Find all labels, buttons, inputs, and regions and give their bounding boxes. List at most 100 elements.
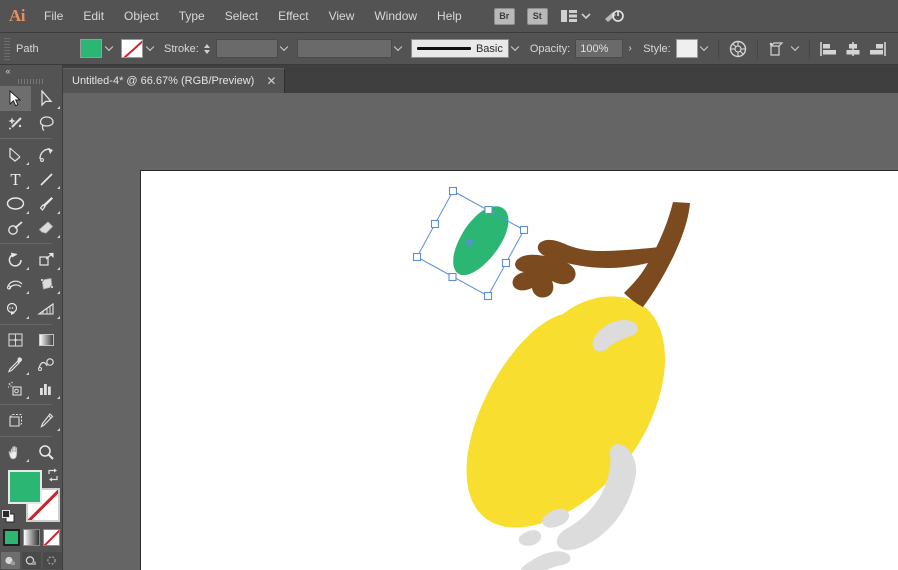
tools-panel: « T [0,65,63,570]
blend-tool[interactable] [31,352,62,377]
default-fill-stroke-icon[interactable] [1,509,15,523]
menu-item-object[interactable]: Object [114,0,169,33]
free-transform-tool[interactable] [31,272,62,297]
close-icon[interactable]: ✕ [266,75,276,87]
type-tool[interactable]: T [0,167,31,192]
lemon-highlight-dot-2 [518,530,542,546]
tools-group-selection: T [0,86,63,464]
tools-panel-grip[interactable] [0,77,63,86]
menu-item-window[interactable]: Window [364,0,427,33]
brush-definition-label: Basic [475,42,503,55]
style-label: Style: [643,42,671,55]
pen-tool[interactable] [0,142,31,167]
draw-inside-button[interactable] [42,552,62,570]
fill-chevron-down-icon[interactable] [102,39,115,58]
shaper-tool[interactable] [0,216,31,241]
direct-selection-tool[interactable] [31,86,62,111]
variable-width-chevron-down-icon[interactable] [392,39,405,58]
opacity-input[interactable]: 100% [575,39,624,58]
none-mode-button[interactable] [42,528,60,546]
opacity-chevron-right-icon[interactable]: › [623,39,637,58]
app-logo: Ai [9,6,26,25]
perspective-grid-tool[interactable] [31,296,62,321]
gradient-mode-button[interactable] [22,528,40,546]
stock-button[interactable]: St [526,7,548,25]
opacity-label: Opacity: [529,42,571,55]
menu-item-select[interactable]: Select [215,0,268,33]
fill-color-swatch-large[interactable] [7,470,42,505]
menu-item-edit[interactable]: Edit [73,0,114,33]
draw-normal-button[interactable] [0,552,20,570]
eraser-tool[interactable] [31,216,62,241]
menu-bar: Ai File Edit Object Type Select Effect V… [0,0,898,33]
double-chevron-left-icon[interactable]: « [0,65,63,77]
eyedropper-tool[interactable] [0,352,31,377]
menu-item-view[interactable]: View [319,0,365,33]
scale-tool[interactable] [31,247,62,272]
document-tab[interactable]: Untitled-4* @ 66.67% (RGB/Preview) ✕ [60,68,286,93]
symbol-sprayer-tool[interactable] [0,377,31,402]
selection-tool[interactable] [0,86,31,111]
magic-wand-tool[interactable] [0,111,31,136]
stroke-weight-input[interactable] [215,39,278,58]
menu-item-effect[interactable]: Effect [268,0,318,33]
selection-bounding-box [412,186,529,301]
gradient-tool[interactable] [31,328,62,353]
stroke-chevron-down-icon[interactable] [143,39,156,58]
control-bar: Path Stroke: Basic Opacity: 100% › Style… [0,33,898,65]
shape-builder-tool[interactable] [0,296,31,321]
style-chevron-down-icon[interactable] [698,39,711,58]
ellipse-tool[interactable] [0,191,31,216]
hand-tool[interactable] [0,440,31,465]
rotate-tool[interactable] [0,247,31,272]
line-segment-tool[interactable] [31,167,62,192]
align-horizontal-center-icon[interactable] [841,37,865,61]
workspace-switcher-icon[interactable] [603,7,625,25]
chevron-down-icon[interactable] [581,12,591,20]
align-right-icon[interactable] [865,37,889,61]
brush-chevron-down-icon[interactable] [509,39,522,58]
paintbrush-tool[interactable] [31,191,62,216]
zoom-tool[interactable] [31,440,62,465]
object-type-label: Path [16,42,39,55]
lemon-artwork[interactable] [141,171,898,570]
svg-text:T: T [10,171,20,188]
lasso-tool[interactable] [31,111,62,136]
transform-chevron-down-icon[interactable] [789,39,802,58]
document-tab-bar: Untitled-4* @ 66.67% (RGB/Preview) ✕ [0,65,898,93]
stroke-weight-chevron-down-icon[interactable] [278,39,291,58]
width-tool[interactable] [0,272,31,297]
color-mode-buttons [0,528,63,549]
illustrator-window: Ai File Edit Object Type Select Effect V… [0,0,898,570]
recolor-artwork-icon[interactable] [726,37,750,61]
draw-behind-button[interactable] [21,552,41,570]
variable-width-profile-input[interactable] [296,39,392,58]
menu-item-type[interactable]: Type [169,0,215,33]
mesh-tool[interactable] [0,328,31,353]
transform-object-icon[interactable] [765,37,789,61]
graphic-style-swatch[interactable] [675,39,698,58]
control-bar-grip[interactable] [2,37,12,60]
menu-item-help[interactable]: Help [427,0,472,33]
canvas-area[interactable] [63,93,898,570]
curvature-tool[interactable] [31,142,62,167]
swap-fill-stroke-icon[interactable] [46,468,60,482]
bridge-button[interactable]: Br [493,7,515,25]
color-mode-button[interactable] [2,528,20,546]
artboard[interactable] [140,170,898,570]
brush-definition-field[interactable]: Basic [410,39,509,58]
artboard-tool[interactable] [0,408,31,433]
column-graph-tool[interactable] [31,377,62,402]
align-left-icon[interactable] [817,37,841,61]
stroke-color-swatch[interactable] [121,39,143,58]
document-tab-title: Untitled-4* @ 66.67% (RGB/Preview) [72,75,255,87]
lemon-highlight-dot-3 [520,551,571,570]
menu-item-file[interactable]: File [34,0,73,33]
drawing-mode-buttons [0,552,63,570]
slice-tool[interactable] [31,408,62,433]
stroke-weight-label: Stroke: [164,42,199,55]
stroke-weight-stepper[interactable] [202,39,213,59]
fill-stroke-controls [0,468,63,527]
fill-color-swatch[interactable] [80,39,102,58]
arrange-documents-icon[interactable] [560,9,578,23]
